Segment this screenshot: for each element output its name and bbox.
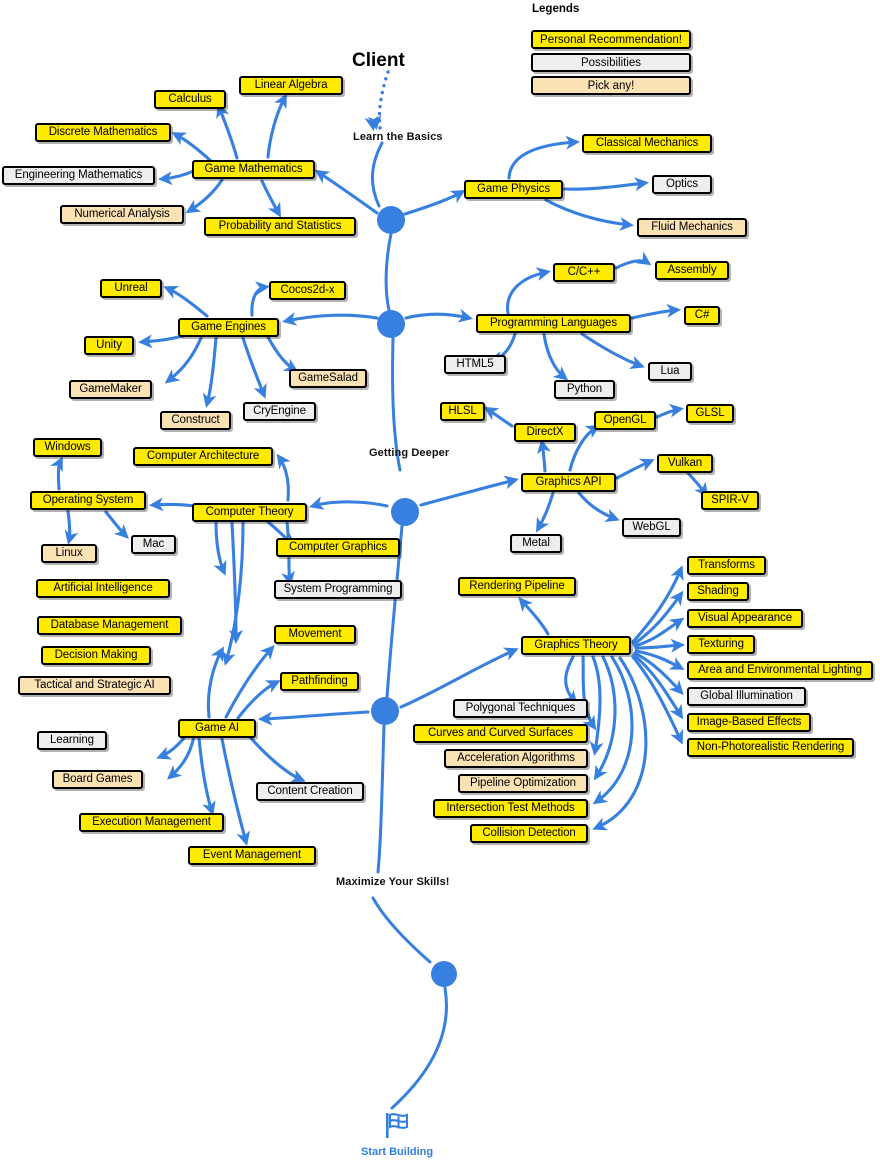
- topic-node-global-illumination[interactable]: Global Illumination: [687, 687, 806, 706]
- topic-node-cocos2d-x[interactable]: Cocos2d-x: [269, 281, 346, 300]
- topic-node-assembly[interactable]: Assembly: [655, 261, 729, 280]
- topic-node-board-games[interactable]: Board Games: [52, 770, 143, 789]
- topic-node-html5[interactable]: HTML5: [444, 355, 506, 374]
- topic-node-programming-languages[interactable]: Programming Languages: [476, 314, 631, 333]
- topic-node-calculus[interactable]: Calculus: [154, 90, 226, 109]
- start-building-label: Start Building: [361, 1146, 434, 1158]
- topic-node-engineering-mathematics[interactable]: Engineering Mathematics: [2, 166, 155, 185]
- topic-node-acceleration-algorithms[interactable]: Acceleration Algorithms: [444, 749, 588, 768]
- topic-node-gamemaker[interactable]: GameMaker: [69, 380, 152, 399]
- topic-node-metal[interactable]: Metal: [510, 534, 562, 553]
- topic-node-python[interactable]: Python: [554, 380, 615, 399]
- topic-node-artificial-intelligence[interactable]: Artificial Intelligence: [36, 579, 170, 598]
- topic-node-non-photorealistic-rendering[interactable]: Non-Photorealistic Rendering: [687, 738, 854, 757]
- roadmap-canvas: Client Learn the Basics Getting Deeper M…: [0, 0, 880, 1165]
- topic-node-rendering-pipeline[interactable]: Rendering Pipeline: [458, 577, 576, 596]
- topic-node-decision-making[interactable]: Decision Making: [41, 646, 151, 665]
- topic-node-shading[interactable]: Shading: [687, 582, 749, 601]
- topic-node-collision-detection[interactable]: Collision Detection: [470, 824, 588, 843]
- topic-node-area-and-environmental-lighting[interactable]: Area and Environmental Lighting: [687, 661, 873, 680]
- topic-node-learning[interactable]: Learning: [37, 731, 107, 750]
- topic-node-unreal[interactable]: Unreal: [100, 279, 162, 298]
- topic-node-csharp[interactable]: C#: [684, 306, 720, 325]
- topic-node-game-mathematics[interactable]: Game Mathematics: [192, 160, 315, 179]
- topic-node-fluid-mechanics[interactable]: Fluid Mechanics: [637, 218, 747, 237]
- topic-node-cryengine[interactable]: CryEngine: [243, 402, 316, 421]
- topic-node-game-physics[interactable]: Game Physics: [464, 180, 563, 199]
- topic-node-discrete-mathematics[interactable]: Discrete Mathematics: [35, 123, 171, 142]
- legend-item-possibilities: Possibilities: [531, 53, 691, 72]
- topic-node-lua[interactable]: Lua: [648, 362, 692, 381]
- topic-node-operating-system[interactable]: Operating System: [30, 491, 146, 510]
- topic-node-polygonal-techniques[interactable]: Polygonal Techniques: [453, 699, 588, 718]
- legend-heading: Legends: [532, 3, 580, 15]
- topic-node-graphics-api[interactable]: Graphics API: [521, 473, 616, 492]
- topic-node-classical-mechanics[interactable]: Classical Mechanics: [582, 134, 712, 153]
- spine-node-2: [377, 310, 405, 338]
- topic-node-optics[interactable]: Optics: [652, 175, 712, 194]
- topic-node-intersection-test-methods[interactable]: Intersection Test Methods: [433, 799, 588, 818]
- topic-node-unity[interactable]: Unity: [84, 336, 134, 355]
- topic-node-transforms[interactable]: Transforms: [687, 556, 766, 575]
- topic-node-opengl[interactable]: OpenGL: [594, 411, 656, 430]
- stage-label-learn-the-basics: Learn the Basics: [353, 131, 443, 143]
- topic-node-vulkan[interactable]: Vulkan: [657, 454, 713, 473]
- topic-node-spir-v[interactable]: SPIR-V: [701, 491, 759, 510]
- topic-node-glsl[interactable]: GLSL: [686, 404, 734, 423]
- topic-node-image-based-effects[interactable]: Image-Based Effects: [687, 713, 811, 732]
- topic-node-probability-and-statistics[interactable]: Probability and Statistics: [204, 217, 356, 236]
- topic-node-windows[interactable]: Windows: [33, 438, 102, 457]
- topic-node-content-creation[interactable]: Content Creation: [256, 782, 364, 801]
- topic-node-mac[interactable]: Mac: [131, 535, 176, 554]
- legend-item-pick-any: Pick any!: [531, 76, 691, 95]
- topic-node-game-engines[interactable]: Game Engines: [178, 318, 279, 337]
- topic-node-construct[interactable]: Construct: [160, 411, 231, 430]
- topic-node-visual-appearance[interactable]: Visual Appearance: [687, 609, 803, 628]
- spine-node-5: [431, 961, 457, 987]
- topic-node-pathfinding[interactable]: Pathfinding: [280, 672, 359, 691]
- topic-node-directx[interactable]: DirectX: [514, 423, 576, 442]
- stage-label-maximize-your-skills: Maximize Your Skills!: [336, 876, 450, 888]
- topic-node-gamesalad[interactable]: GameSalad: [289, 369, 367, 388]
- topic-node-computer-graphics[interactable]: Computer Graphics: [276, 538, 400, 557]
- topic-node-pipeline-optimization[interactable]: Pipeline Optimization: [458, 774, 588, 793]
- topic-node-system-programming[interactable]: System Programming: [274, 580, 402, 599]
- topic-node-computer-theory[interactable]: Computer Theory: [192, 503, 307, 522]
- spine-node-4: [371, 697, 399, 725]
- topic-node-curves-and-curved-surfaces[interactable]: Curves and Curved Surfaces: [413, 724, 588, 743]
- checkered-flag-icon: [386, 1113, 408, 1138]
- topic-node-event-management[interactable]: Event Management: [188, 846, 316, 865]
- topic-node-tactical-and-strategic-ai[interactable]: Tactical and Strategic AI: [18, 676, 171, 695]
- page-title: Client: [352, 50, 405, 71]
- topic-node-linear-algebra[interactable]: Linear Algebra: [239, 76, 343, 95]
- topic-node-hlsl[interactable]: HLSL: [440, 402, 485, 421]
- topic-node-movement[interactable]: Movement: [274, 625, 356, 644]
- spine-node-1: [377, 206, 405, 234]
- topic-node-database-management[interactable]: Database Management: [37, 616, 182, 635]
- topic-node-c-cpp[interactable]: C/C++: [553, 263, 615, 282]
- topic-node-numerical-analysis[interactable]: Numerical Analysis: [60, 205, 184, 224]
- topic-node-graphics-theory[interactable]: Graphics Theory: [521, 636, 631, 655]
- topic-node-execution-management[interactable]: Execution Management: [79, 813, 224, 832]
- spine-node-3: [391, 498, 419, 526]
- topic-node-game-ai[interactable]: Game AI: [178, 719, 256, 738]
- topic-node-linux[interactable]: Linux: [41, 544, 97, 563]
- topic-node-texturing[interactable]: Texturing: [687, 635, 755, 654]
- legend-item-personal-recommendation: Personal Recommendation!: [531, 30, 691, 49]
- stage-label-getting-deeper: Getting Deeper: [369, 447, 450, 459]
- topic-node-computer-architecture[interactable]: Computer Architecture: [133, 447, 273, 466]
- topic-node-webgl[interactable]: WebGL: [622, 518, 681, 537]
